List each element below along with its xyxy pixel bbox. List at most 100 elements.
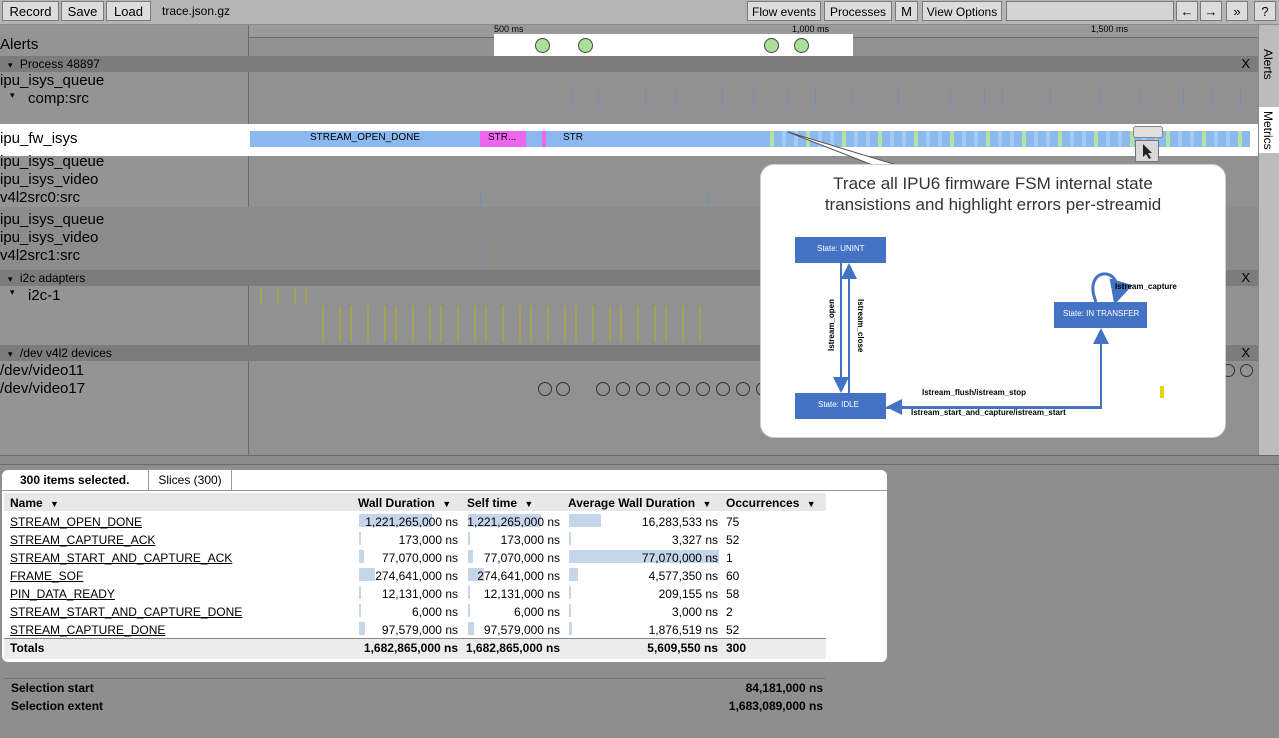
column-header-wall-duration[interactable]: Wall Duration ▼ [358, 496, 451, 510]
event-tick[interactable] [675, 88, 676, 106]
i2c-event-tick[interactable] [665, 306, 667, 342]
slice-str-pink[interactable]: STR... [480, 131, 526, 147]
expand-icon[interactable]: ▾ [10, 90, 15, 101]
track-alerts[interactable]: Alerts [0, 36, 38, 53]
i2c-event-tick[interactable] [502, 306, 504, 342]
event-marker-yellow[interactable] [1160, 386, 1164, 398]
drag-handle[interactable] [1133, 126, 1163, 138]
fw-state-slice[interactable] [1106, 131, 1110, 147]
i2c-event-tick[interactable] [457, 306, 459, 342]
expand-icon[interactable]: ▾ [8, 60, 13, 70]
sort-icon[interactable]: ▼ [702, 499, 711, 509]
alert-marker[interactable] [578, 38, 593, 53]
i2c-event-tick[interactable] [699, 306, 701, 342]
close-icon[interactable]: X [1241, 56, 1250, 72]
fw-state-slice[interactable] [1238, 131, 1242, 147]
i2c-event-tick[interactable] [339, 306, 341, 342]
event-circle[interactable] [696, 382, 710, 396]
event-tick[interactable] [1183, 88, 1184, 106]
record-button[interactable]: Record [2, 1, 59, 21]
track-ipu-isys-video[interactable]: ipu_isys_video [0, 229, 98, 246]
fw-state-slice[interactable] [962, 131, 966, 147]
find-more-button[interactable]: » [1226, 1, 1248, 21]
fw-state-slice[interactable] [770, 131, 774, 147]
event-circle[interactable] [636, 382, 650, 396]
column-header-average-wall-duration[interactable]: Average Wall Duration ▼ [568, 496, 711, 510]
fw-state-slice[interactable] [1226, 131, 1230, 147]
fw-state-slice[interactable] [1070, 131, 1074, 147]
fw-state-slice[interactable] [1166, 131, 1170, 147]
fw-state-slice[interactable] [1094, 131, 1098, 147]
event-circle[interactable] [1240, 364, 1253, 377]
track-v4l2src0[interactable]: v4l2src0:src [0, 189, 80, 206]
i2c-event-tick[interactable] [395, 306, 397, 342]
expand-icon[interactable]: ▾ [10, 287, 15, 298]
i2c-event-tick[interactable] [609, 306, 611, 342]
i2c-event-tick[interactable] [564, 306, 566, 342]
event-tick[interactable] [852, 88, 853, 106]
fw-state-slice[interactable] [1214, 131, 1218, 147]
fw-state-slice[interactable] [1046, 131, 1050, 147]
i2c-event-tick[interactable] [575, 306, 577, 342]
track-ipu-isys-video[interactable]: ipu_isys_video [0, 171, 98, 188]
event-tick[interactable] [1140, 88, 1141, 106]
sort-icon[interactable]: ▼ [442, 499, 451, 509]
fw-state-slice[interactable] [1082, 131, 1086, 147]
fw-state-slice[interactable] [938, 131, 942, 147]
slice-stream-open-done[interactable]: STREAM_OPEN_DONE [310, 132, 420, 143]
search-input[interactable] [1006, 1, 1174, 21]
i2c-event-tick[interactable] [260, 288, 262, 304]
i2c-event-tick[interactable] [294, 288, 296, 304]
i2c-event-tick[interactable] [592, 306, 594, 342]
slice-name-link[interactable]: STREAM_OPEN_DONE [10, 515, 142, 529]
slice-error-marker[interactable] [542, 131, 546, 147]
track-i2c-1[interactable]: i2c-1 [28, 287, 61, 304]
event-circle[interactable] [596, 382, 610, 396]
find-next-button[interactable]: → [1200, 1, 1222, 21]
event-tick[interactable] [1240, 88, 1241, 106]
event-circle[interactable] [616, 382, 630, 396]
event-tick[interactable] [984, 88, 985, 106]
alert-marker[interactable] [764, 38, 779, 53]
fw-state-slice[interactable] [986, 131, 990, 147]
track-ipu-isys-queue[interactable]: ipu_isys_queue [0, 72, 104, 89]
event-circle[interactable] [716, 382, 730, 396]
expand-icon[interactable]: ▾ [8, 349, 13, 359]
i2c-event-tick[interactable] [519, 306, 521, 342]
event-tick[interactable] [1002, 88, 1003, 106]
fw-state-slice[interactable] [998, 131, 1002, 147]
fw-state-slice[interactable] [926, 131, 930, 147]
event-circle[interactable] [656, 382, 670, 396]
expand-icon[interactable]: ▾ [8, 274, 13, 284]
i2c-event-tick[interactable] [412, 306, 414, 342]
find-prev-button[interactable]: ← [1176, 1, 1198, 21]
slice-name-link[interactable]: FRAME_SOF [10, 569, 83, 583]
slice-str[interactable]: STR [563, 132, 583, 143]
fw-state-slice[interactable] [1058, 131, 1062, 147]
event-circle[interactable] [538, 382, 552, 396]
tab-slices[interactable]: Slices (300) [148, 469, 232, 491]
fw-state-slice[interactable] [1034, 131, 1038, 147]
load-button[interactable]: Load [106, 1, 151, 21]
fw-state-slice[interactable] [1022, 131, 1026, 147]
i2c-event-tick[interactable] [367, 306, 369, 342]
i2c-event-tick[interactable] [654, 306, 656, 342]
i2c-event-tick[interactable] [637, 306, 639, 342]
close-icon[interactable]: X [1241, 345, 1250, 361]
event-tick[interactable] [598, 88, 599, 106]
fw-state-slice[interactable] [1010, 131, 1014, 147]
i2c-event-tick[interactable] [620, 306, 622, 342]
i2c-event-tick[interactable] [440, 306, 442, 342]
i2c-event-tick[interactable] [277, 288, 279, 304]
metadata-button[interactable]: M [895, 1, 918, 21]
event-tick[interactable] [898, 88, 899, 106]
fw-state-slice[interactable] [974, 131, 978, 147]
track-ipu-fw-isys[interactable]: ipu_fw_isys [0, 130, 78, 147]
event-tick[interactable] [787, 88, 788, 106]
i2c-event-tick[interactable] [429, 306, 431, 342]
track-ipu-isys-queue[interactable]: ipu_isys_queue [0, 211, 104, 228]
processes-button[interactable]: Processes [824, 1, 892, 21]
i2c-event-tick[interactable] [305, 288, 307, 304]
slice-name-link[interactable]: STREAM_CAPTURE_ACK [10, 533, 155, 547]
i2c-event-tick[interactable] [485, 306, 487, 342]
